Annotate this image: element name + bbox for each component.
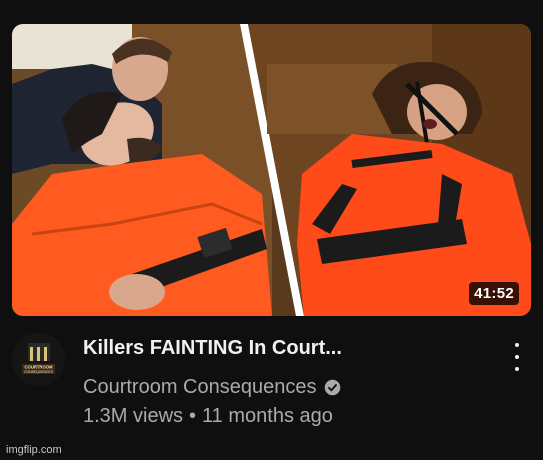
menu-dot [515, 343, 519, 347]
menu-dot [515, 367, 519, 371]
more-vert-icon[interactable] [506, 342, 528, 372]
upload-age: 11 months ago [202, 405, 333, 427]
svg-text:CONSEQUENCES: CONSEQUENCES [24, 370, 54, 374]
svg-text:COURTROOM: COURTROOM [25, 365, 53, 370]
verified-check-icon [325, 379, 341, 396]
video-duration-badge: 41:52 [469, 282, 519, 305]
channel-avatar[interactable]: COURTROOM CONSEQUENCES [12, 333, 65, 386]
channel-logo: COURTROOM CONSEQUENCES [12, 333, 65, 386]
menu-dot [515, 355, 519, 359]
video-thumbnail[interactable]: 41:52 [12, 24, 531, 316]
video-metadata: 1.3M views • 11 months ago [83, 405, 333, 428]
meta-separator: • [189, 405, 197, 427]
view-count: 1.3M views [83, 405, 184, 427]
channel-row: Courtroom Consequences [83, 376, 341, 399]
video-title[interactable]: Killers FAINTING In Court... [83, 337, 483, 360]
thumbnail-image [12, 24, 531, 316]
channel-name[interactable]: Courtroom Consequences [83, 376, 316, 399]
watermark: imgflip.com [6, 444, 62, 456]
